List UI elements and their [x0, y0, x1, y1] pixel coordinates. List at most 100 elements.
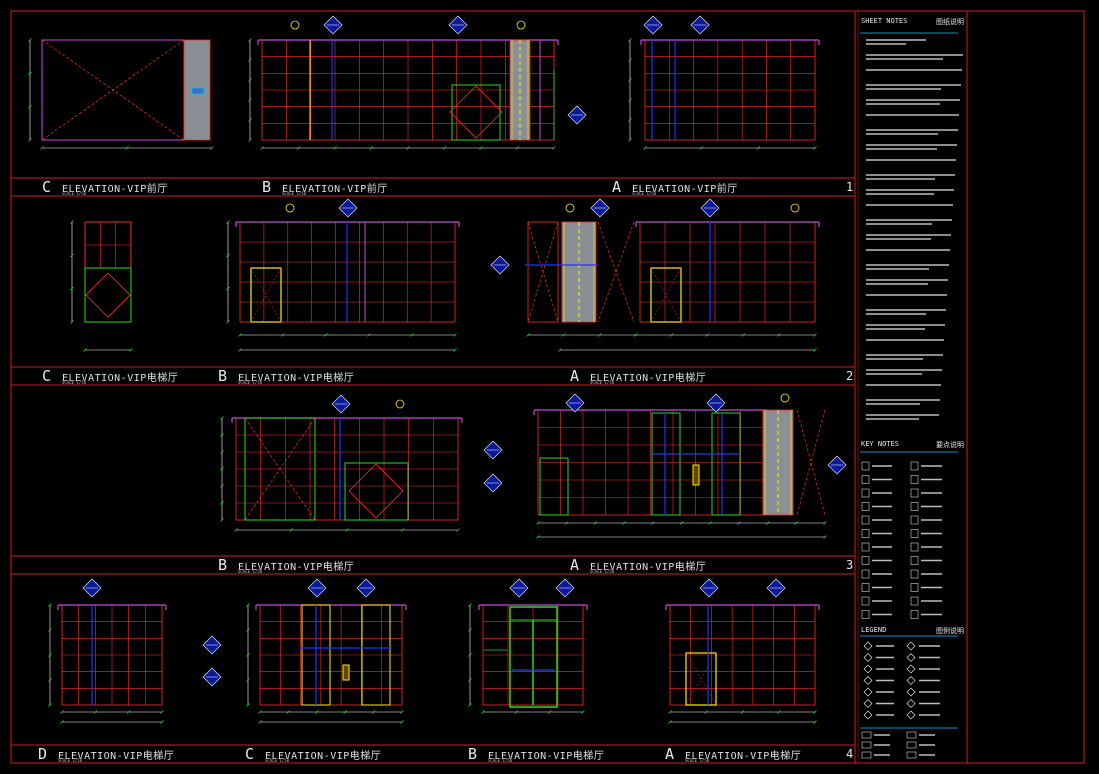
sheet-notes-cn: 图纸说明 — [936, 17, 964, 27]
elevation-letter: B — [262, 178, 272, 196]
ref-circle — [285, 203, 295, 213]
ref-circle — [780, 393, 790, 403]
row-number: 2 — [846, 369, 854, 383]
legend-cn: 图例说明 — [936, 626, 964, 636]
sheet-border — [10, 10, 1085, 764]
legend-symbol-icon — [906, 676, 916, 685]
key-note-box — [910, 488, 919, 498]
elevation-2c-diamond — [85, 272, 131, 318]
elevation-drawing-sheet — [10, 10, 1085, 764]
elevation-scale: SCALE 1/50 — [590, 380, 615, 385]
elevation-scale: SCALE 1/50 — [238, 569, 263, 574]
elevation-letter: B — [218, 556, 228, 574]
elevation-3a-panel — [539, 457, 569, 516]
elevation-letter: A — [665, 745, 675, 763]
legend-box-icon — [906, 741, 917, 749]
key-note-box — [910, 569, 919, 579]
key-note-box — [910, 475, 919, 484]
elevation-letter: C — [42, 367, 52, 385]
elevation-scale: SCALE 1/50 — [632, 191, 657, 196]
elevation-letter: A — [570, 367, 580, 385]
legend-box-icon — [861, 741, 872, 749]
ref-circle — [565, 203, 575, 213]
legend-symbol-icon — [906, 687, 916, 697]
ref-circle — [790, 203, 800, 213]
elevation-scale: SCALE 1/50 — [282, 191, 307, 196]
elevation-letter: C — [42, 178, 52, 196]
elevation-letter: B — [218, 367, 228, 385]
key-note-box — [861, 475, 870, 484]
elevation-3a-switch — [692, 464, 700, 486]
elevation-letter: A — [612, 178, 622, 196]
elevation-1b-diamond — [449, 85, 503, 139]
elevation-3a-panel — [651, 412, 681, 516]
key-note-box — [910, 610, 919, 619]
elevation-3b-panel — [344, 462, 409, 521]
legend-symbol-icon — [863, 710, 873, 720]
key-note-box — [910, 461, 919, 471]
legend-symbol-icon — [906, 664, 916, 674]
key-note-box — [910, 529, 919, 538]
legend-box-icon — [906, 751, 917, 759]
sheet-notes-title: SHEET NOTES — [861, 17, 907, 25]
key-notes-label: KEY NOTES — [861, 440, 899, 448]
ref-circle — [395, 399, 405, 409]
elevation-4c-switch — [342, 664, 350, 681]
key-note-box — [910, 583, 919, 592]
ref-circle — [516, 20, 526, 30]
legend-symbol-icon — [906, 710, 916, 720]
legend-symbol-icon — [863, 664, 873, 674]
legend-symbol-icon — [906, 641, 916, 651]
elevation-letter: C — [245, 745, 255, 763]
legend-label: LEGEND — [861, 626, 887, 634]
elevation-scale: SCALE 1/50 — [685, 758, 710, 763]
key-note-box — [910, 542, 919, 552]
elevation-letter: D — [38, 745, 48, 763]
elevation-3a-panel — [711, 412, 741, 516]
key-note-box — [861, 542, 870, 552]
elevation-2c-wall — [84, 221, 132, 323]
sheet-notes-cn-label: 图纸说明 — [936, 18, 964, 26]
legend-box-icon — [906, 731, 917, 739]
key-note-box — [910, 556, 919, 565]
key-notes-cn: 要点说明 — [936, 440, 964, 450]
legend-symbol-icon — [906, 699, 916, 708]
legend-title: LEGEND — [861, 626, 886, 634]
elevation-scale: SCALE 1/50 — [590, 569, 615, 574]
key-note-box — [861, 488, 870, 498]
key-note-box — [861, 583, 870, 592]
elevation-scale: SCALE 1/50 — [238, 380, 263, 385]
elevation-scale: SCALE 1/50 — [488, 758, 513, 763]
key-note-box — [861, 569, 870, 579]
elevation-letter: A — [570, 556, 580, 574]
sheet-notes-label: SHEET NOTES — [861, 17, 908, 25]
legend-symbol-icon — [863, 687, 873, 697]
elevation-1b-panel — [451, 84, 501, 141]
elevation-scale: SCALE 1/50 — [62, 380, 87, 385]
key-note-box — [861, 529, 870, 538]
key-note-box — [861, 515, 870, 525]
elevation-letter: B — [468, 745, 478, 763]
elevation-scale: SCALE 1/50 — [58, 758, 83, 763]
key-note-box — [861, 596, 870, 606]
legend-cn-label: 图例说明 — [936, 627, 964, 635]
row-number: 3 — [846, 558, 854, 572]
key-note-box — [861, 610, 870, 619]
elevation-3b-diamond — [348, 463, 404, 519]
row-number: 4 — [846, 747, 854, 761]
legend-symbol-icon — [863, 653, 873, 662]
legend-box-icon — [861, 731, 872, 739]
key-note-box — [861, 461, 870, 471]
legend-symbol-icon — [863, 641, 873, 651]
elevation-2c-panel — [84, 267, 132, 323]
ref-circle — [290, 20, 300, 30]
key-notes-cn-label: 要点说明 — [936, 441, 964, 449]
elevation-c-tag — [191, 87, 205, 95]
legend-symbol-icon — [906, 653, 916, 662]
elevation-2a-grid — [639, 221, 816, 323]
row-number: 1 — [846, 180, 854, 194]
legend-symbol-icon — [863, 676, 873, 685]
key-note-box — [861, 556, 870, 565]
key-notes-title: KEY NOTES — [861, 440, 899, 448]
key-note-box — [910, 596, 919, 606]
